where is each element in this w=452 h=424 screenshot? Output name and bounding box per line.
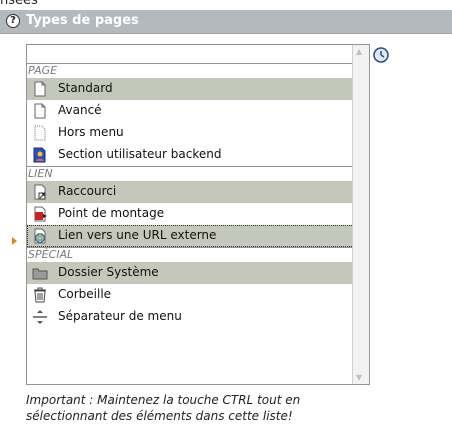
option-section-backend[interactable]: Section utilisateur backend bbox=[27, 144, 354, 166]
group-label-special: SPÉCIAL bbox=[27, 247, 354, 262]
option-raccourci[interactable]: Raccourci bbox=[27, 181, 354, 203]
option-label: Avancé bbox=[58, 103, 102, 117]
document-icon bbox=[34, 81, 46, 97]
listbox-scrollbar[interactable]: ▲ ▼ bbox=[352, 45, 369, 384]
trash-icon bbox=[34, 287, 46, 303]
dotted-document-icon bbox=[34, 125, 46, 141]
folder-icon bbox=[32, 268, 48, 280]
option-hors-menu[interactable]: Hors menu bbox=[27, 122, 354, 144]
option-point-de-montage[interactable]: Point de montage bbox=[27, 203, 354, 225]
option-label: Section utilisateur backend bbox=[58, 147, 222, 161]
option-avance[interactable]: Avancé bbox=[27, 100, 354, 122]
shortcut-document-icon bbox=[34, 184, 46, 200]
option-label: Standard bbox=[58, 81, 113, 95]
option-lien-url-externe[interactable]: Lien vers une URL externe bbox=[27, 225, 354, 247]
option-label: Raccourci bbox=[58, 184, 117, 198]
option-label: Corbeille bbox=[58, 287, 112, 301]
option-label: Séparateur de menu bbox=[58, 309, 182, 323]
option-label: Point de montage bbox=[58, 206, 165, 220]
help-icon[interactable]: ? bbox=[6, 14, 20, 28]
option-label: Dossier Système bbox=[58, 265, 159, 279]
option-label: Lien vers une URL externe bbox=[58, 228, 217, 242]
mountpoint-icon bbox=[34, 206, 47, 222]
option-separateur-menu[interactable]: Séparateur de menu bbox=[27, 306, 354, 328]
panel-titlebar: ? Types de pages bbox=[0, 10, 452, 34]
option-standard[interactable]: Standard bbox=[27, 78, 354, 100]
option-dossier-systeme[interactable]: Dossier Système bbox=[27, 262, 354, 284]
option-label: Hors menu bbox=[58, 125, 124, 139]
scroll-down-icon[interactable]: ▼ bbox=[356, 373, 362, 382]
scroll-up-icon[interactable]: ▲ bbox=[356, 47, 362, 56]
help-note: Important : Maintenez la touche CTRL tou… bbox=[26, 393, 301, 423]
empty-option[interactable] bbox=[27, 45, 354, 63]
current-item-marker-icon bbox=[12, 237, 17, 245]
page-types-listbox[interactable]: PAGE Standard Avancé Hors menu Section u… bbox=[26, 44, 370, 385]
globe-link-icon bbox=[34, 228, 46, 244]
option-corbeille[interactable]: Corbeille bbox=[27, 284, 354, 306]
heading-fragment: nsées bbox=[0, 0, 38, 8]
backend-user-icon bbox=[33, 147, 46, 163]
panel-title: Types de pages bbox=[26, 13, 139, 28]
history-clock-icon[interactable] bbox=[373, 47, 389, 63]
document-icon bbox=[34, 103, 46, 119]
group-label-lien: LIEN bbox=[27, 166, 354, 181]
group-label-page: PAGE bbox=[27, 63, 354, 78]
menu-separator-icon bbox=[33, 310, 47, 324]
